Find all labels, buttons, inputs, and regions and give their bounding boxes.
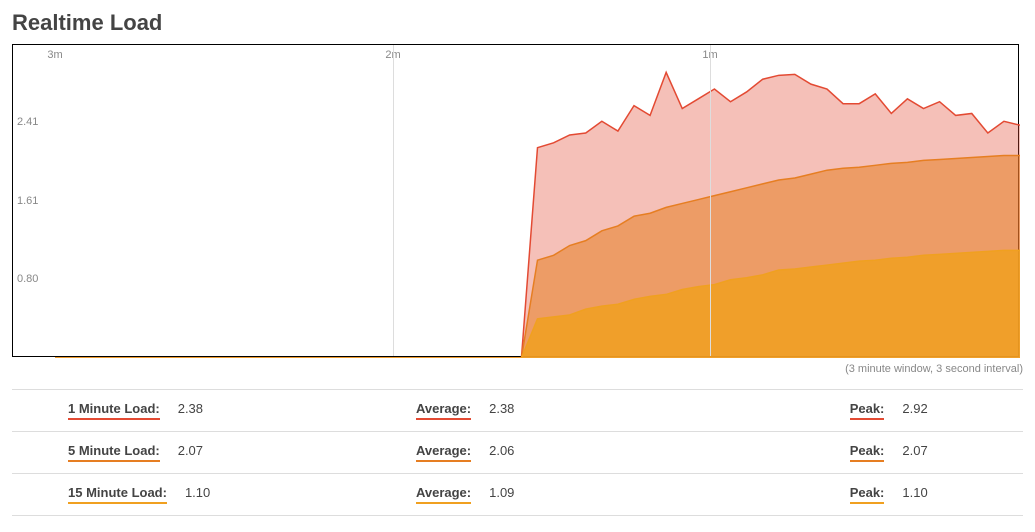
- stats-row-1min: 1 Minute Load: 2.38 Average: 2.38 Peak: …: [12, 390, 1023, 432]
- x-gridline-2m: [393, 45, 394, 356]
- y-tick-2: 2.41: [17, 116, 38, 128]
- chart-caption: (3 minute window, 3 second interval): [12, 363, 1023, 375]
- load1-avg-label: Average:: [416, 401, 471, 420]
- load15-peak-value: 1.10: [902, 485, 927, 500]
- load15-avg-label: Average:: [416, 485, 471, 504]
- y-tick-0: 0.80: [17, 273, 38, 285]
- load15-avg-value: 1.09: [489, 485, 514, 500]
- page-title: Realtime Load: [12, 10, 1023, 36]
- load1-value: 2.38: [178, 401, 203, 416]
- plot-area: [13, 45, 1018, 356]
- load15-peak-label: Peak:: [850, 485, 885, 504]
- load5-peak-label: Peak:: [850, 443, 885, 462]
- x-tick-3m: 3m: [47, 49, 62, 61]
- load1-peak-value: 2.92: [902, 401, 927, 416]
- load5-label: 5 Minute Load:: [68, 443, 160, 462]
- load5-avg-label: Average:: [416, 443, 471, 462]
- load5-peak-value: 2.07: [902, 443, 927, 458]
- load15-label: 15 Minute Load:: [68, 485, 167, 504]
- y-tick-1: 1.61: [17, 195, 38, 207]
- stats-table: 1 Minute Load: 2.38 Average: 2.38 Peak: …: [12, 389, 1023, 516]
- load1-peak-label: Peak:: [850, 401, 885, 420]
- stats-row-15min: 15 Minute Load: 1.10 Average: 1.09 Peak:…: [12, 474, 1023, 516]
- load1-label: 1 Minute Load:: [68, 401, 160, 420]
- load5-value: 2.07: [178, 443, 203, 458]
- stats-row-5min: 5 Minute Load: 2.07 Average: 2.06 Peak: …: [12, 432, 1023, 474]
- load5-avg-value: 2.06: [489, 443, 514, 458]
- chart-svg: [13, 45, 1020, 358]
- x-gridline-1m: [710, 45, 711, 356]
- load-chart: 3m 2m 1m 0.80 1.61 2.41: [12, 44, 1019, 357]
- load1-avg-value: 2.38: [489, 401, 514, 416]
- load15-value: 1.10: [185, 485, 210, 500]
